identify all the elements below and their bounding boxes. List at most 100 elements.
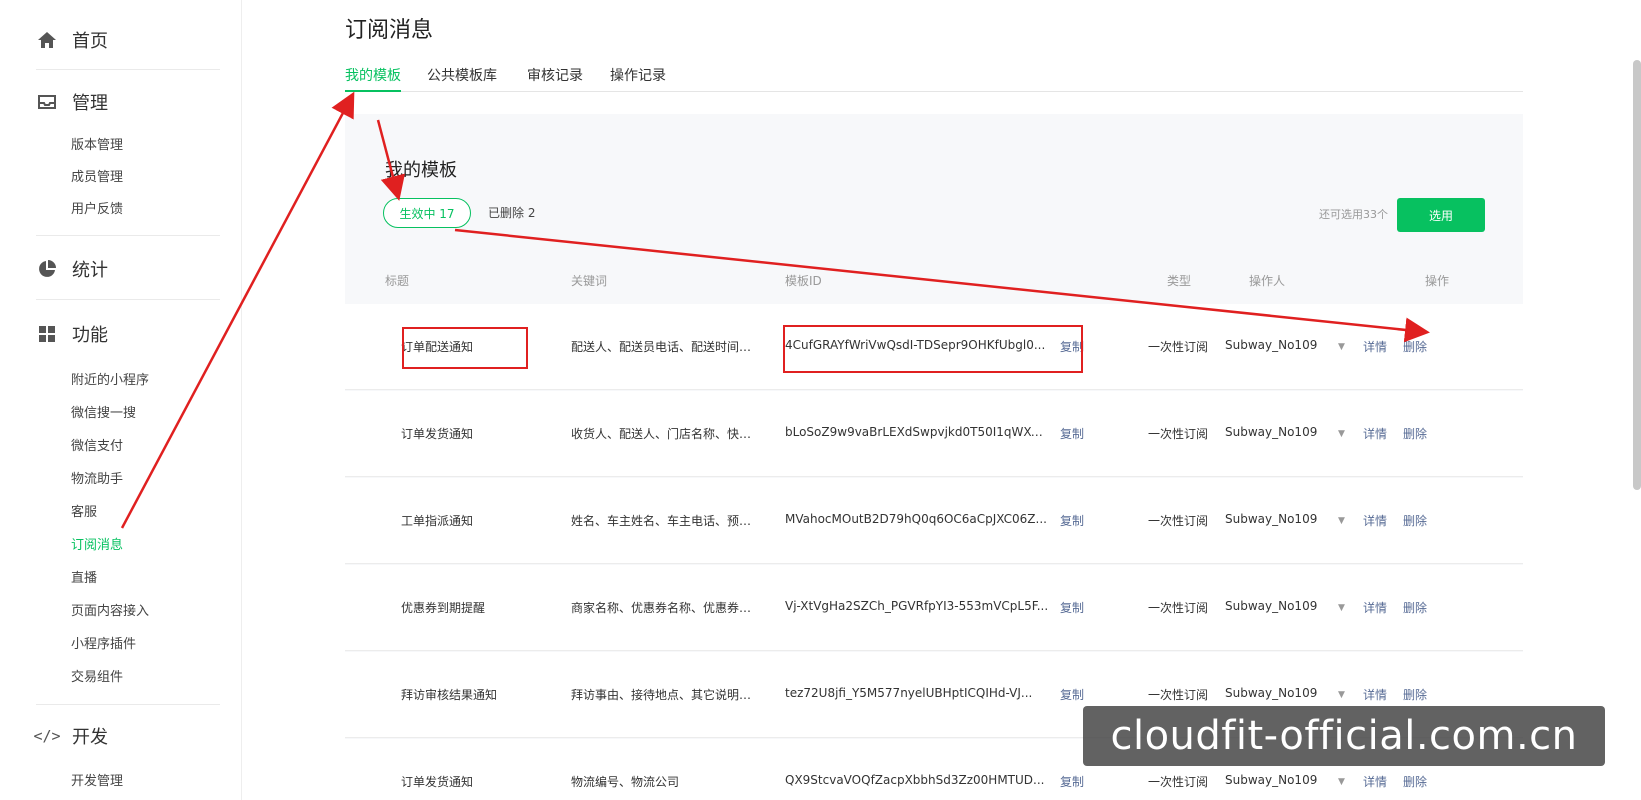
row-operator[interactable]: Subway_No109	[1225, 773, 1345, 787]
col-template-id: 模板ID	[785, 274, 822, 288]
sidebar-item-search[interactable]: 微信搜一搜	[71, 404, 136, 424]
filter-deleted[interactable]: 已删除 2	[488, 204, 535, 221]
nav-features-label: 功能	[72, 325, 108, 346]
copy-link[interactable]: 复制	[1060, 686, 1100, 703]
row-keywords: 拜访事由、接待地点、其它说明、...	[571, 688, 761, 702]
chevron-down-icon[interactable]: ▼	[1335, 599, 1345, 613]
nav-stats-label: 统计	[72, 260, 108, 281]
row-type: 一次性订阅	[1147, 340, 1208, 354]
page-title: 订阅消息	[345, 18, 434, 43]
sidebar: 首页 管理 版本管理 成员管理 用户反馈 统计 功能 附近的小程序 微信搜一搜 …	[0, 0, 242, 800]
sidebar-item-version[interactable]: 版本管理	[71, 136, 123, 156]
highlight-box-id	[783, 325, 1083, 373]
detail-link[interactable]: 详情	[1363, 599, 1387, 616]
chevron-down-icon[interactable]: ▼	[1335, 425, 1345, 439]
divider	[36, 69, 220, 70]
row-keywords: 姓名、车主姓名、车主电话、预计...	[571, 514, 761, 528]
copy-link[interactable]: 复制	[1060, 425, 1100, 442]
row-template-id: bLoSoZ9w9vaBrLEXdSwpvjkd0T50I1qWXC...	[785, 425, 1050, 439]
chevron-down-icon[interactable]: ▼	[1335, 512, 1345, 526]
delete-link[interactable]: 删除	[1403, 686, 1427, 703]
row-title: 订单发货通知	[401, 427, 474, 441]
row-type: 一次性订阅	[1147, 427, 1208, 441]
row-title: 订单发货通知	[401, 775, 474, 789]
divider	[36, 299, 220, 300]
detail-link[interactable]: 详情	[1363, 512, 1387, 529]
sidebar-item-feedback[interactable]: 用户反馈	[71, 200, 123, 220]
copy-link[interactable]: 复制	[1060, 599, 1100, 616]
select-template-button[interactable]: 选用	[1397, 198, 1485, 232]
row-keywords: 物流编号、物流公司	[571, 775, 680, 789]
sidebar-item-live[interactable]: 直播	[71, 569, 97, 589]
delete-link[interactable]: 删除	[1403, 773, 1427, 790]
col-actions: 操作	[1425, 274, 1450, 288]
delete-link[interactable]: 删除	[1403, 599, 1427, 616]
table-row: 工单指派通知 姓名、车主姓名、车主电话、预计... MVahocMOutB2D79h…	[345, 478, 1523, 564]
main-content: 订阅消息 我的模板 公共模板库 审核记录 操作记录 我的模板 标题 关键词 模板…	[242, 0, 1641, 800]
delete-link[interactable]: 删除	[1403, 512, 1427, 529]
sidebar-item-content[interactable]: 页面内容接入	[71, 602, 149, 622]
sidebar-item-subscribe[interactable]: 订阅消息	[71, 536, 123, 556]
scrollbar[interactable]	[1633, 60, 1641, 490]
nav-home[interactable]: 首页	[36, 26, 108, 54]
chevron-down-icon[interactable]: ▼	[1335, 338, 1345, 352]
grid-icon	[36, 323, 58, 345]
tab-bar: 我的模板 公共模板库 审核记录 操作记录	[345, 66, 1523, 92]
row-title: 优惠券到期提醒	[401, 601, 486, 615]
delete-link[interactable]: 删除	[1403, 338, 1427, 355]
chevron-down-icon[interactable]: ▼	[1335, 686, 1345, 700]
row-operator[interactable]: Subway_No109	[1225, 338, 1345, 352]
tab-my-templates[interactable]: 我的模板	[345, 66, 401, 92]
row-type: 一次性订阅	[1147, 514, 1208, 528]
sidebar-item-members[interactable]: 成员管理	[71, 168, 123, 188]
sidebar-item-trade[interactable]: 交易组件	[71, 668, 123, 688]
row-template-id: QX9StcvaVOQfZacpXbbhSd3Zz00HMTUD...	[785, 773, 1045, 787]
delete-link[interactable]: 删除	[1403, 425, 1427, 442]
tab-public-library[interactable]: 公共模板库	[427, 66, 497, 92]
detail-link[interactable]: 详情	[1363, 338, 1387, 355]
highlight-box-title	[402, 327, 528, 369]
table-row: 优惠券到期提醒 商家名称、优惠券名称、优惠券类... Vj-XtVgHa2SZCh_…	[345, 565, 1523, 651]
row-operator[interactable]: Subway_No109	[1225, 512, 1345, 526]
sidebar-item-logistics[interactable]: 物流助手	[71, 470, 123, 490]
sidebar-item-nearby[interactable]: 附近的小程序	[71, 371, 149, 391]
row-type: 一次性订阅	[1147, 775, 1208, 789]
detail-link[interactable]: 详情	[1363, 773, 1387, 790]
row-type: 一次性订阅	[1147, 601, 1208, 615]
code-icon: </>	[33, 727, 61, 745]
detail-link[interactable]: 详情	[1363, 425, 1387, 442]
detail-link[interactable]: 详情	[1363, 686, 1387, 703]
row-operator[interactable]: Subway_No109	[1225, 599, 1345, 613]
divider	[36, 235, 220, 236]
tab-review-records[interactable]: 审核记录	[527, 66, 583, 92]
pie-chart-icon	[36, 258, 58, 280]
sidebar-item-service[interactable]: 客服	[71, 503, 97, 523]
table-header: 标题 关键词 模板ID 类型 操作人 操作	[345, 256, 1523, 304]
copy-link[interactable]: 复制	[1060, 512, 1100, 529]
home-icon	[36, 29, 58, 51]
row-title: 拜访审核结果通知	[401, 688, 498, 702]
row-operator[interactable]: Subway_No109	[1225, 425, 1345, 439]
sidebar-item-pay[interactable]: 微信支付	[71, 437, 123, 457]
sidebar-item-plugin[interactable]: 小程序插件	[71, 635, 136, 655]
inbox-icon	[36, 91, 58, 113]
watermark: cloudfit-official.com.cn	[1083, 706, 1605, 766]
chevron-down-icon[interactable]: ▼	[1335, 773, 1345, 787]
nav-dev[interactable]: </> 开发	[33, 722, 108, 750]
quota-text: 还可选用33个	[1319, 208, 1388, 221]
row-template-id: MVahocMOutB2D79hQ0q6OC6aCpJXC06Z...	[785, 512, 1047, 526]
row-operator[interactable]: Subway_No109	[1225, 686, 1345, 700]
filter-active[interactable]: 生效中 17	[383, 198, 471, 228]
row-keywords: 商家名称、优惠券名称、优惠券类...	[571, 601, 761, 615]
col-title: 标题	[385, 274, 410, 288]
tab-operation-records[interactable]: 操作记录	[610, 66, 666, 92]
nav-features[interactable]: 功能	[36, 320, 108, 348]
nav-home-label: 首页	[72, 31, 108, 52]
nav-stats[interactable]: 统计	[36, 255, 108, 283]
table-row: 订单发货通知 收货人、配送人、门店名称、快递... bLoSoZ9w9vaBrLEX…	[345, 391, 1523, 477]
nav-manage[interactable]: 管理	[36, 88, 108, 116]
nav-manage-label: 管理	[72, 93, 108, 114]
sidebar-item-dev-manage[interactable]: 开发管理	[71, 772, 123, 792]
copy-link[interactable]: 复制	[1060, 773, 1100, 790]
row-keywords: 配送人、配送员电话、配送时间、...	[571, 340, 761, 354]
